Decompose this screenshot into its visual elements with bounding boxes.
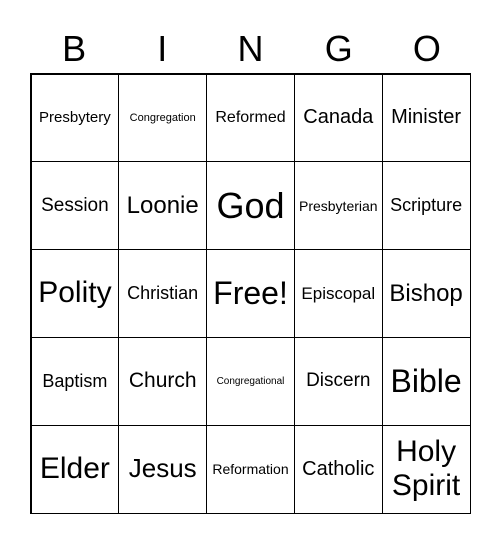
bingo-cell[interactable]: Reformed [206, 73, 295, 163]
bingo-cell[interactable]: Minister [381, 73, 471, 163]
bingo-grid: Presbytery Congregation Reformed Canada … [30, 73, 471, 514]
bingo-cell[interactable]: Episcopal [293, 249, 383, 338]
header-letter-i: I [157, 28, 168, 69]
bingo-cell[interactable]: Presbytery [30, 73, 120, 163]
bingo-cell[interactable]: Canada [293, 73, 383, 163]
bingo-cell[interactable]: Presbyterian [293, 161, 383, 251]
bingo-cell[interactable]: Holy Spirit [381, 424, 471, 514]
bingo-cell[interactable]: Christian [118, 249, 208, 338]
bingo-cell[interactable]: Session [30, 161, 120, 251]
bingo-cell[interactable]: Congregation [118, 73, 208, 163]
bingo-cell[interactable]: Bishop [381, 249, 471, 338]
header-letter-o: O [412, 28, 441, 69]
bingo-cell[interactable]: Church [118, 336, 208, 426]
bingo-cell[interactable]: Elder [30, 424, 120, 514]
header-letter-b: B [62, 28, 87, 69]
bingo-cell[interactable]: Scripture [381, 161, 471, 251]
bingo-cell[interactable]: Congregational [206, 336, 295, 426]
bingo-cell[interactable]: Polity [30, 249, 120, 338]
header-letter-g: G [324, 28, 353, 69]
header-letter-n: N [237, 28, 264, 69]
free-space-cell[interactable]: Free! [206, 249, 295, 338]
bingo-cell[interactable]: God [206, 161, 295, 251]
bingo-cell[interactable]: Loonie [118, 161, 208, 251]
bingo-cell[interactable]: Catholic [293, 424, 383, 514]
bingo-cell[interactable]: Jesus [118, 424, 208, 514]
bingo-cell[interactable]: Reformation [206, 424, 295, 514]
bingo-cell[interactable]: Baptism [30, 336, 120, 426]
bingo-header: B I N G O [30, 26, 471, 72]
bingo-cell[interactable]: Bible [381, 336, 471, 426]
bingo-cell[interactable]: Discern [293, 336, 383, 426]
